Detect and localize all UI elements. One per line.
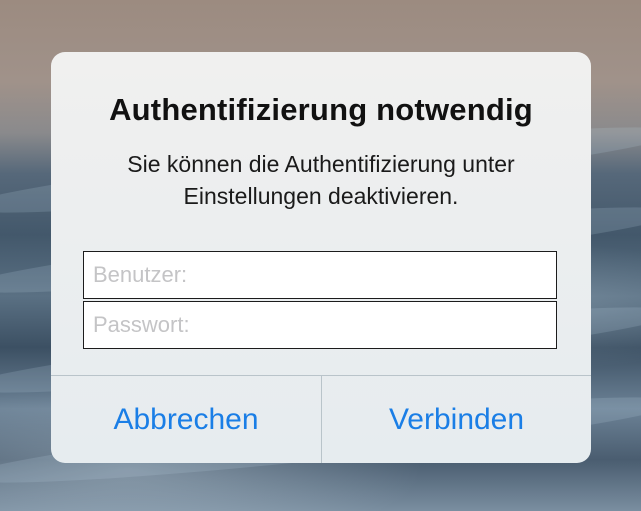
cancel-button[interactable]: Abbrechen: [51, 376, 321, 463]
dialog-message-line-2: Einstellungen deaktivieren.: [183, 183, 459, 209]
dialog-message-line-1: Sie können die Authentifizierung unter: [127, 151, 515, 177]
authentication-alert-dialog: Authentifizierung notwendig Sie können d…: [51, 52, 591, 463]
password-input[interactable]: [83, 301, 557, 349]
dialog-message: Sie können die Authentifizierung unter E…: [71, 148, 571, 212]
username-input[interactable]: [83, 251, 557, 299]
connect-button[interactable]: Verbinden: [322, 376, 591, 463]
dialog-title: Authentifizierung notwendig: [109, 92, 533, 127]
